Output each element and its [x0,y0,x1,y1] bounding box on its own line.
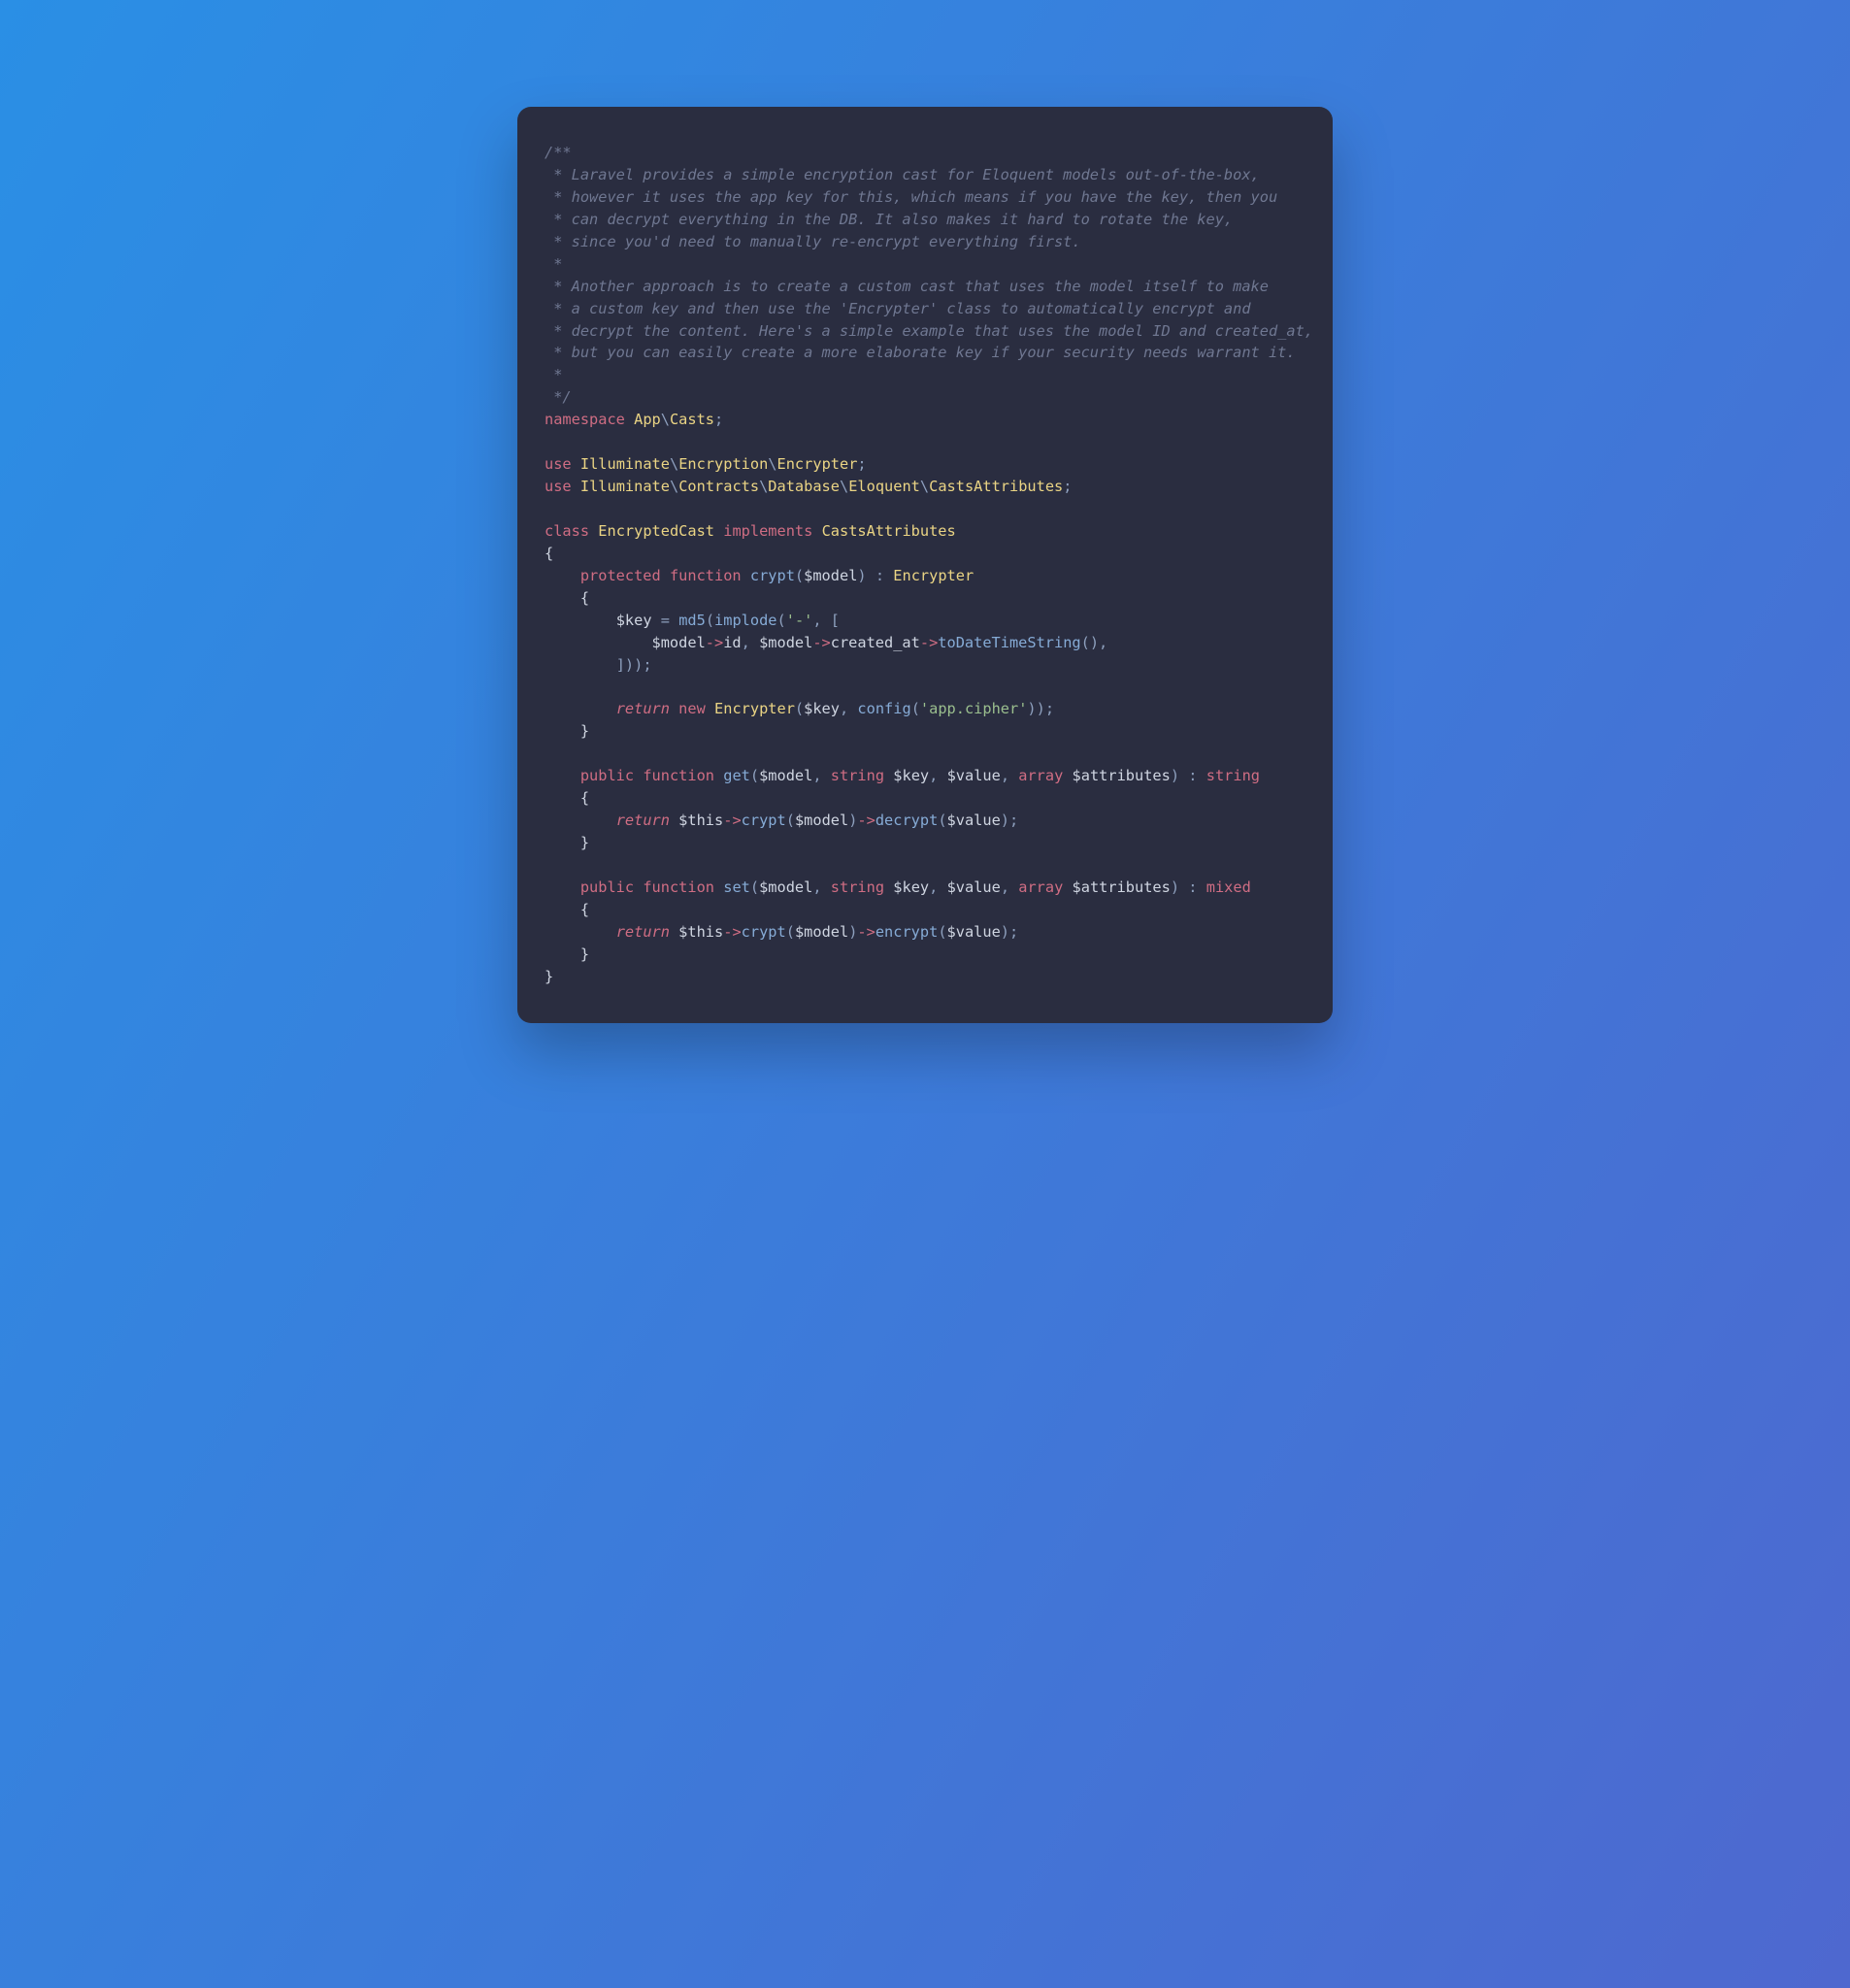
var-key: $key [893,878,929,896]
kw-function: function [643,767,714,784]
comment-line: * a custom key and then use the 'Encrypt… [545,300,1251,317]
kw-return: return [616,812,670,829]
kw-new: new [678,700,706,717]
comment-line: * [545,255,562,273]
ns-part: Encryption [678,455,768,473]
comment-line: * but you can easily create a more elabo… [545,344,1296,361]
var-model: $model [759,878,812,896]
kw-function: function [643,878,714,896]
var-value: $value [947,767,1001,784]
type-string: string [831,878,884,896]
kw-implements: implements [723,522,812,540]
ns-part: Illuminate [580,478,670,495]
kw-use: use [545,455,572,473]
kw-namespace: namespace [545,411,625,428]
call-crypt: crypt [742,812,786,829]
fn-todtstring: toDateTimeString [938,634,1080,651]
type-array: array [1018,878,1063,896]
comment-line: * can decrypt everything in the DB. It a… [545,211,1233,228]
comment-line: * since you'd need to manually re-encryp… [545,233,1081,250]
var-model: $model [795,923,848,941]
str-dash: '-' [786,612,813,629]
var-attributes: $attributes [1073,767,1171,784]
comment-line: * Laravel provides a simple encryption c… [545,166,1260,183]
ns-part: Contracts [678,478,759,495]
comment-line: * [545,366,562,383]
type-array: array [1018,767,1063,784]
method-get: get [723,767,750,784]
comment-line: * however it uses the app key for this, … [545,188,1277,206]
kw-class: class [545,522,589,540]
fn-decrypt: decrypt [875,812,938,829]
call-crypt: crypt [742,923,786,941]
var-model: $model [759,767,812,784]
comment-line: * decrypt the content. Here's a simple e… [545,322,1313,340]
fn-md5: md5 [678,612,706,629]
var-value: $value [947,923,1001,941]
kw-public: public [580,767,634,784]
var-attributes: $attributes [1073,878,1171,896]
var-model: $model [804,567,857,584]
ns-casts: Casts [670,411,714,428]
fn-config: config [857,700,910,717]
kw-public: public [580,878,634,896]
var-value: $value [947,878,1001,896]
return-type: Encrypter [893,567,974,584]
var-model: $model [795,812,848,829]
method-crypt: crypt [750,567,795,584]
kw-use: use [545,478,572,495]
var-model: $model [759,634,812,651]
ns-part: Eloquent [848,478,920,495]
code-block: /** * Laravel provides a simple encrypti… [545,142,1305,988]
var-key: $key [804,700,840,717]
kw-return: return [616,700,670,717]
prop-created-at: created_at [831,634,920,651]
kw-function: function [670,567,742,584]
comment-line: /** [545,144,572,161]
method-set: set [723,878,750,896]
prop-id: id [723,634,741,651]
var-model: $model [652,634,706,651]
comment-line: * Another approach is to create a custom… [545,278,1269,295]
comment-line: */ [545,388,572,406]
ns-part: Illuminate [580,455,670,473]
type-string: string [831,767,884,784]
kw-protected: protected [580,567,661,584]
var-this: $this [678,923,723,941]
ns-part: CastsAttributes [929,478,1063,495]
code-card: /** * Laravel provides a simple encrypti… [517,107,1333,1023]
class-encrypter: Encrypter [714,700,795,717]
return-type-mixed: mixed [1206,878,1251,896]
fn-encrypt: encrypt [875,923,938,941]
var-value: $value [947,812,1001,829]
fn-implode: implode [714,612,776,629]
interface-name: CastsAttributes [822,522,956,540]
str-cipher: 'app.cipher' [920,700,1028,717]
var-key: $key [616,612,652,629]
ns-app: App [634,411,661,428]
class-name: EncryptedCast [598,522,714,540]
var-this: $this [678,812,723,829]
return-type-string: string [1206,767,1260,784]
ns-part: Database [768,478,840,495]
kw-return: return [616,923,670,941]
ns-part: Encrypter [777,455,858,473]
var-key: $key [893,767,929,784]
